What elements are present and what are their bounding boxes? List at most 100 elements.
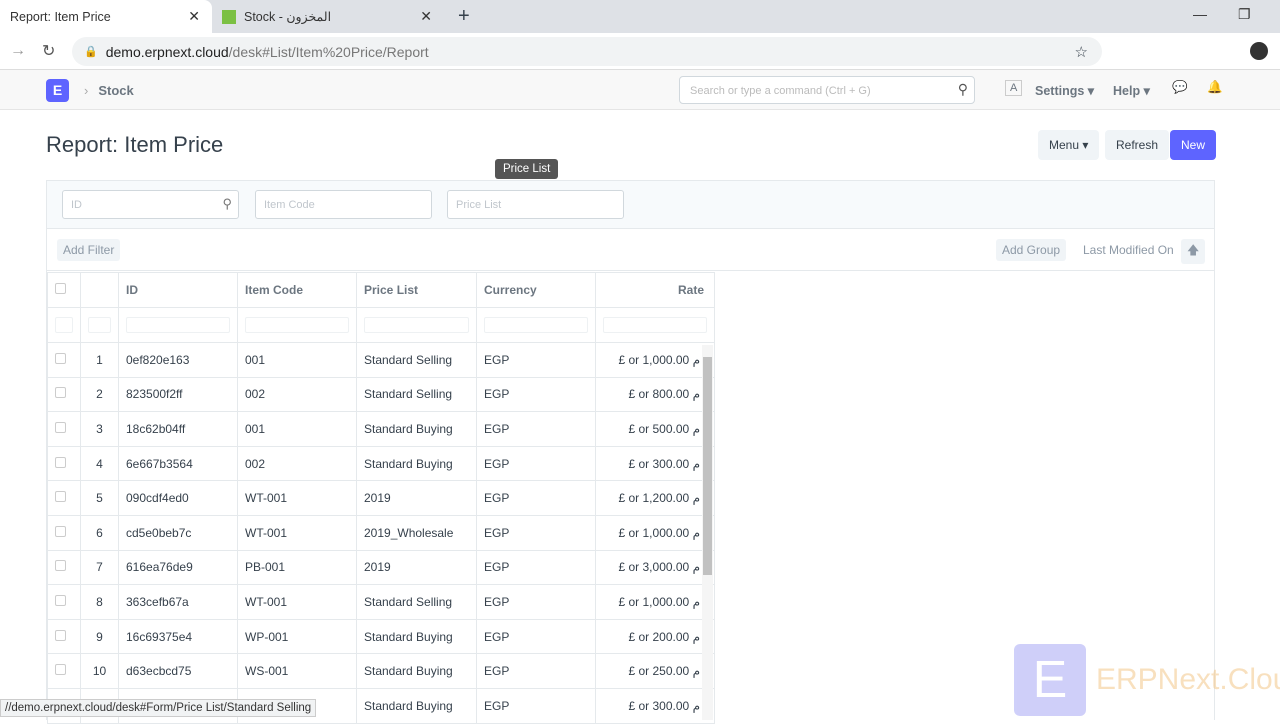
id-cell[interactable]: d63ecbcd75 (118, 653, 238, 689)
row-checkbox-cell[interactable] (47, 653, 81, 689)
restore-icon[interactable]: ❐ (1238, 6, 1251, 23)
table-row[interactable]: 9 16c69375e4 WP-001 Standard Buying EGP £ or … (47, 618, 715, 655)
id-cell[interactable]: 18c62b04ff (118, 411, 238, 447)
price-list-cell[interactable]: Standard Selling (356, 376, 477, 413)
column-header[interactable]: Currency (476, 272, 596, 308)
row-checkbox-cell[interactable] (47, 480, 81, 516)
profile-avatar[interactable] (1250, 42, 1268, 60)
new-button[interactable]: New (1170, 130, 1217, 160)
table-row[interactable]: 1 0ef820e163 001 Standard Selling EGP £ or 1,… (47, 342, 715, 378)
menu-button[interactable]: Menu ▾ (1038, 130, 1100, 160)
close-tab-icon[interactable]: ✕ (188, 8, 200, 25)
row-checkbox-cell[interactable] (47, 342, 81, 378)
price-list-cell[interactable]: Standard Buying (356, 411, 477, 447)
bell-icon[interactable]: 🔔 (1207, 80, 1223, 95)
forward-icon[interactable]: → (10, 42, 26, 60)
id-cell[interactable]: 6e667b3564 (118, 445, 238, 482)
row-checkbox-cell[interactable] (47, 514, 81, 551)
price-list-cell[interactable]: Standard Buying (356, 445, 477, 482)
url-input[interactable]: 🔒 demo.erpnext.cloud/desk#List/Item%20Pri… (72, 37, 1102, 66)
tab-report-item-price[interactable]: Report: Item Price ✕ (0, 0, 212, 33)
row-checkbox[interactable] (55, 421, 66, 433)
column-header[interactable]: Price List (356, 272, 477, 308)
price-list-cell[interactable]: 2019 (356, 480, 477, 516)
help-dropdown[interactable]: Help ▾ (1113, 83, 1150, 98)
price-list-filter-input[interactable]: Price List (447, 190, 624, 219)
table-row[interactable]: 10 d63ecbcd75 WS-001 Standard Buying EGP £ or… (47, 653, 715, 689)
column-header[interactable]: ID (118, 272, 238, 308)
row-checkbox-cell[interactable] (47, 411, 81, 447)
tab-stock[interactable]: Stock - المخزون ✕ (212, 0, 444, 33)
row-checkbox-cell[interactable] (47, 549, 81, 586)
column-filter-input[interactable] (237, 307, 357, 343)
table-row[interactable]: 3 18c62b04ff 001 Standard Buying EGP £ or 500… (47, 411, 715, 447)
id-cell[interactable]: 16c69375e4 (118, 618, 238, 655)
column-filter-input[interactable] (118, 307, 238, 343)
row-checkbox[interactable] (55, 594, 66, 606)
row-checkbox-cell[interactable] (47, 445, 81, 482)
table-row[interactable]: 6 cd5e0beb7c WT-001 2019_Wholesale EGP £ or 1… (47, 514, 715, 551)
table-row[interactable]: 7 616ea76de9 PB-001 2019 EGP £ or 3,000.00 م (47, 549, 715, 586)
row-checkbox[interactable] (55, 560, 66, 572)
row-checkbox[interactable] (55, 629, 66, 641)
row-checkbox-cell[interactable] (47, 584, 81, 620)
price-list-cell[interactable]: Standard Selling (356, 584, 477, 620)
select-all-header[interactable] (47, 272, 81, 308)
id-cell[interactable]: 823500f2ff (118, 376, 238, 413)
scrollbar-thumb[interactable] (703, 357, 712, 575)
column-header[interactable]: Item Code (237, 272, 357, 308)
id-cell[interactable]: 616ea76de9 (118, 549, 238, 586)
row-checkbox[interactable] (55, 387, 66, 399)
item-code-cell: WT-001 (237, 514, 357, 551)
sort-direction-icon[interactable]: 🡅 (1181, 239, 1206, 264)
new-tab-icon[interactable]: + (458, 5, 470, 28)
id-cell[interactable]: 363cefb67a (118, 584, 238, 620)
id-cell[interactable]: 090cdf4ed0 (118, 480, 238, 516)
column-filter-input[interactable] (356, 307, 477, 343)
breadcrumb[interactable]: › Stock (84, 83, 134, 98)
id-cell[interactable]: 0ef820e163 (118, 342, 238, 378)
search-icon: ⚲ (222, 196, 232, 211)
search-input[interactable]: Search or type a command (Ctrl + G) ⚲ (679, 76, 975, 104)
select-all-checkbox[interactable] (55, 283, 66, 294)
close-tab-icon[interactable]: ✕ (420, 8, 432, 25)
settings-dropdown[interactable]: Settings ▾ (1035, 83, 1094, 98)
sort-selector[interactable]: Last Modified On (1077, 239, 1180, 261)
table-row[interactable]: 2 823500f2ff 002 Standard Selling EGP £ or 80… (47, 376, 715, 413)
item-code-cell: WT-001 (237, 480, 357, 516)
id-cell[interactable]: cd5e0beb7c (118, 514, 238, 551)
price-list-cell[interactable]: Standard Buying (356, 687, 477, 724)
chat-icon[interactable]: 💬 (1172, 80, 1188, 95)
table-row[interactable]: 4 6e667b3564 002 Standard Buying EGP £ or 300… (47, 445, 715, 482)
row-checkbox-cell[interactable] (47, 376, 81, 413)
price-list-cell[interactable]: 2019_Wholesale (356, 514, 477, 551)
rate-cell: £ or 1,200.00 م (595, 480, 715, 516)
star-icon[interactable]: ☆ (1075, 43, 1088, 61)
rate-cell: £ or 300.00 م (595, 445, 715, 482)
row-checkbox-cell[interactable] (47, 618, 81, 655)
price-list-cell[interactable]: Standard Selling (356, 342, 477, 378)
row-checkbox[interactable] (55, 664, 66, 676)
row-checkbox[interactable] (55, 352, 66, 364)
item-code-filter-input[interactable]: Item Code (255, 190, 432, 219)
row-checkbox[interactable] (55, 525, 66, 537)
refresh-button[interactable]: Refresh (1105, 130, 1170, 160)
table-scrollbar[interactable] (702, 345, 713, 720)
column-filter-input[interactable] (476, 307, 596, 343)
column-filter-input[interactable] (595, 307, 715, 343)
id-filter-input[interactable]: ID ⚲ (62, 190, 239, 219)
column-header[interactable]: Rate (595, 272, 715, 308)
row-checkbox[interactable] (55, 491, 66, 503)
minimize-icon[interactable]: — (1193, 6, 1207, 22)
price-list-cell[interactable]: 2019 (356, 549, 477, 586)
add-filter-button[interactable]: Add Filter (57, 239, 121, 261)
table-row[interactable]: 8 363cefb67a WT-001 Standard Selling EGP £ or… (47, 584, 715, 620)
reload-icon[interactable]: ↻ (42, 41, 55, 61)
add-group-button[interactable]: Add Group (996, 239, 1067, 261)
price-list-cell[interactable]: Standard Buying (356, 618, 477, 655)
table-row[interactable]: 5 090cdf4ed0 WT-001 2019 EGP £ or 1,200.00 م (47, 480, 715, 516)
avatar[interactable]: A (1005, 80, 1023, 96)
price-list-cell[interactable]: Standard Buying (356, 653, 477, 689)
erpnext-logo[interactable]: E (46, 79, 69, 102)
row-checkbox[interactable] (55, 456, 66, 468)
